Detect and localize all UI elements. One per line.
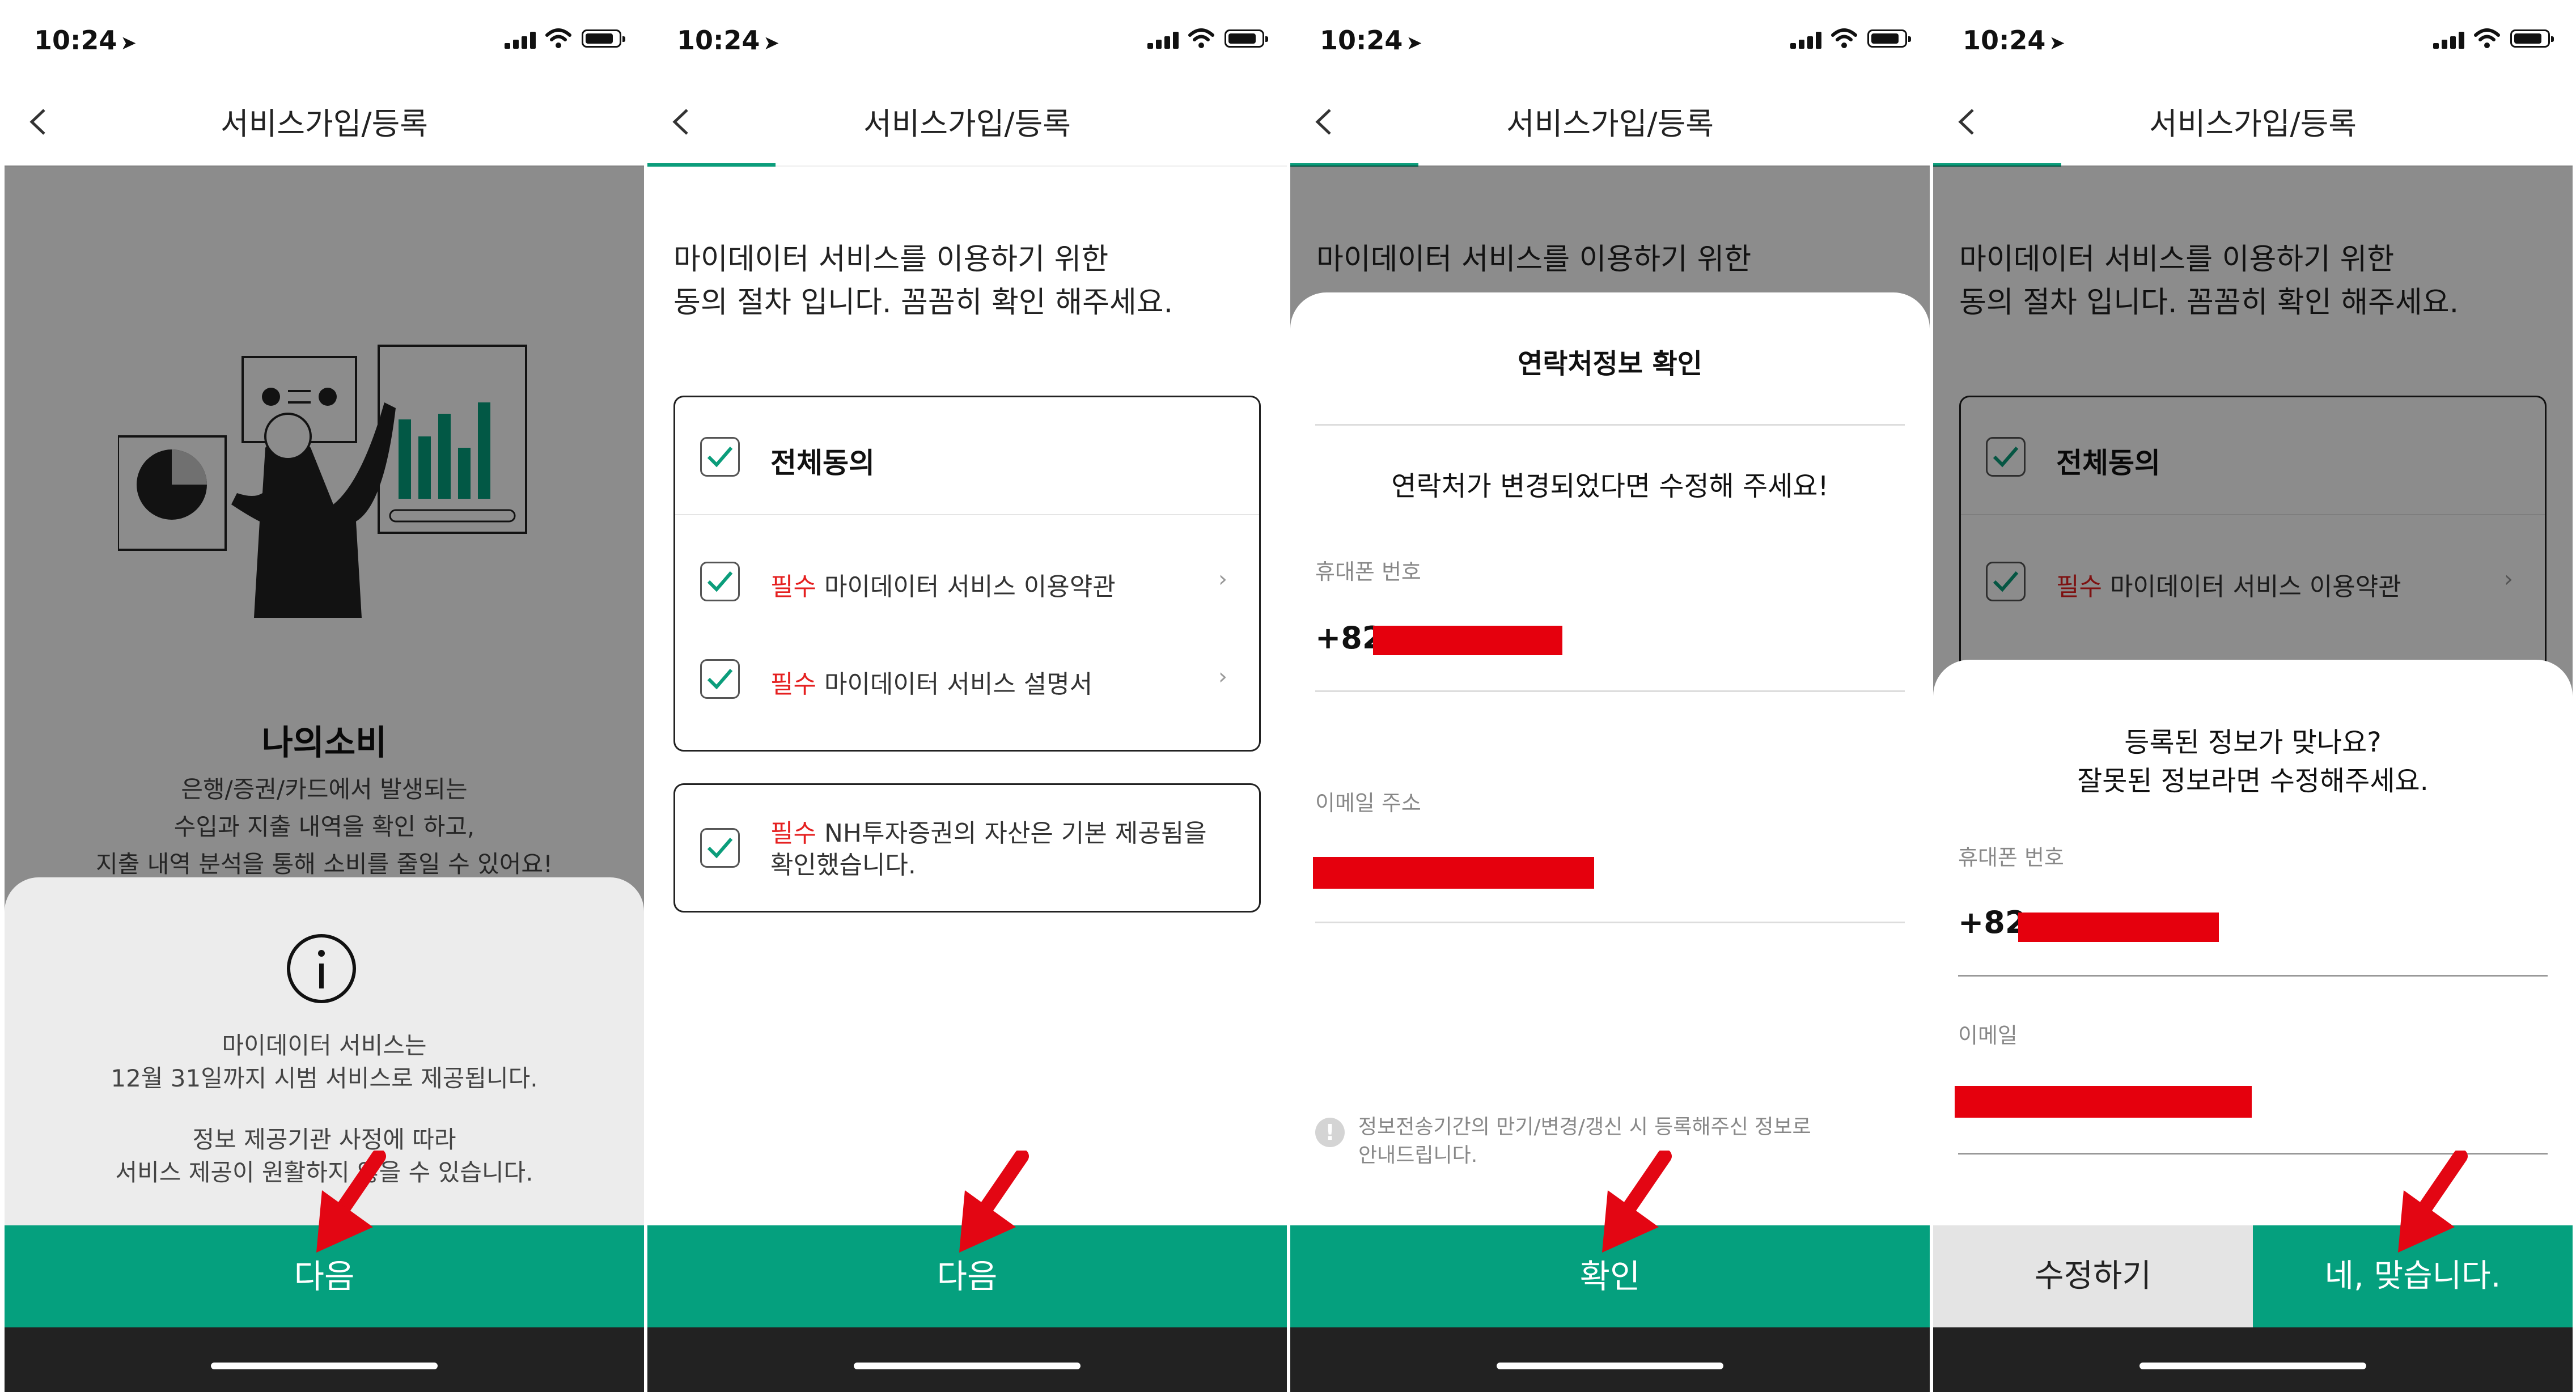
red-arrow-icon [1602,1151,1672,1253]
phone-label: 휴대폰 번호 [1958,845,2064,870]
location-icon: ➤ [2049,32,2065,54]
wifi-icon [1831,28,1857,48]
consent-item-guide[interactable]: 필수 마이데이터 서비스 설명서 › [675,659,1259,716]
home-indicator [1290,1327,1930,1392]
guide-checkbox[interactable] [700,659,740,699]
consent-card: 전체동의 필수 마이데이터 서비스 이용약관 › 필수 마이데이터 서비스 설명… [673,396,1261,752]
wifi-icon [545,28,571,48]
wifi-icon [1188,28,1214,48]
nav-header: 서비스가입/등록 [5,79,644,167]
required-tag: 필수 [770,819,816,848]
agree-all-label: 전체동의 [770,447,875,479]
status-time: 10:24 [1963,25,2046,56]
required-tag: 필수 [770,670,816,699]
status-time: 10:24 [677,25,760,56]
screen-contact-confirm: 10:24 ➤ 서비스가입/등록 마이데이터 서비스를 이용하기 위한 연락처정보… [1290,0,1930,1392]
verify-question: 등록된 정보가 맞나요? 잘못된 정보라면 수정해주세요. [2077,727,2429,797]
signal-icon [1147,32,1179,49]
progress-bar [647,163,776,167]
signal-icon [505,32,536,49]
chevron-right-icon: › [1218,664,1227,690]
terms-checkbox[interactable] [700,562,740,601]
nav-header: 서비스가입/등록 [647,79,1287,167]
status-bar: 10:24 ➤ [647,0,1287,79]
battery-icon [2510,29,2554,48]
home-indicator [1933,1327,2573,1392]
wifi-icon [2474,28,2500,48]
consent-intro: 마이데이터 서비스를 이용하기 위한 동의 절차 입니다. 꼼꼼히 확인 해주세… [673,243,1173,320]
red-arrow-icon [2398,1151,2468,1253]
home-indicator [647,1327,1287,1392]
status-time: 10:24 [34,25,117,56]
red-arrow-icon [959,1151,1029,1253]
consent-item-terms[interactable]: 필수 마이데이터 서비스 이용약관 › [675,562,1259,618]
phone-prefix: +82 [1958,905,2027,940]
info-icon [287,934,356,1003]
page-title: 서비스가입/등록 [863,106,1071,142]
edit-button[interactable]: 수정하기 [1933,1225,2253,1327]
page-title: 서비스가입/등록 [221,106,428,142]
nh-asset-card[interactable]: 필수 NH투자증권의 자산은 기본 제공됨을 확인했습니다. [673,783,1261,913]
divider [1315,424,1905,426]
battery-icon [1225,29,1268,48]
screen-intro: 10:24 ➤ 서비스가입/등록 나의소비 은행/증권/카드에서 발생되는 수입과… [5,0,644,1392]
phone-field-redacted[interactable] [1373,626,1562,655]
alert-icon: ! [1315,1118,1345,1147]
page-title: 서비스가입/등록 [1506,106,1714,142]
screen-consent: 10:24 ➤ 서비스가입/등록 마이데이터 서비스를 이용하기 위한 동의 절차… [647,0,1287,1392]
signal-icon [2433,32,2465,49]
required-tag: 필수 [770,572,816,601]
battery-icon [582,29,625,48]
signal-icon [1790,32,1822,49]
status-bar: 10:24 ➤ [5,0,644,79]
status-bar: 10:24 ➤ [1933,0,2573,79]
info-note: 정보전송기간의 만기/변경/갱신 시 등록해주신 정보로 안내드립니다. [1358,1115,1811,1167]
status-time: 10:24 [1320,25,1403,56]
phone-field-redacted[interactable] [2018,913,2219,942]
red-arrow-icon [316,1151,386,1253]
phone-underline [1315,690,1905,692]
guide-label: 마이데이터 서비스 설명서 [824,670,1093,699]
location-icon: ➤ [120,32,137,54]
battery-icon [1867,29,1911,48]
email-label: 이메일 [1958,1023,2018,1048]
divider [675,514,1259,515]
email-label: 이메일 주소 [1315,791,1421,816]
screen-verify: 10:24 ➤ 서비스가입/등록 마이데이터 서비스를 이용하기 위한 동의 절차… [1933,0,2573,1392]
phone-label: 휴대폰 번호 [1315,559,1421,584]
nav-header: 서비스가입/등록 [1933,79,2573,167]
nh-asset-label: NH투자증권의 자산은 기본 제공됨을 [824,819,1207,848]
email-underline [1315,922,1905,923]
notice-text: 마이데이터 서비스는 [222,1032,427,1059]
home-indicator [5,1327,644,1392]
sheet-message: 연락처가 변경되었다면 수정해 주세요! [1391,470,1829,502]
phone-underline [1958,975,2548,977]
agree-all-checkbox[interactable] [700,437,740,477]
page-title: 서비스가입/등록 [2149,106,2357,142]
location-icon: ➤ [1406,32,1422,54]
status-bar: 10:24 ➤ [1290,0,1930,79]
sheet-title: 연락처정보 확인 [1518,348,1702,380]
location-icon: ➤ [763,32,779,54]
chevron-right-icon: › [1218,566,1227,592]
nh-asset-checkbox[interactable] [700,828,740,868]
email-field-redacted[interactable] [1313,857,1594,889]
terms-label: 마이데이터 서비스 이용약관 [824,572,1116,601]
nav-header: 서비스가입/등록 [1290,79,1930,167]
email-field-redacted[interactable] [1955,1086,2252,1118]
